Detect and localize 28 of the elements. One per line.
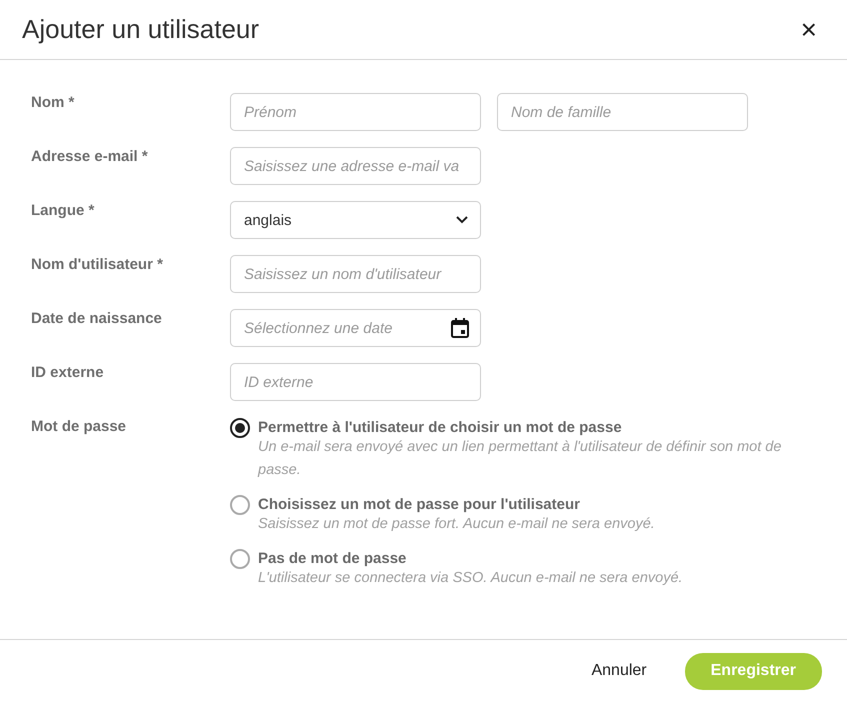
field-label: ID externe [31,363,105,381]
input-field[interactable]: Nom de famille [497,93,748,131]
radio-button[interactable] [230,549,250,569]
option-title: Permettre à l'utilisateur de choisir un mot de passe [258,419,623,436]
field-label: Adresse e-mail * [31,147,149,165]
chevron-down-icon [456,216,468,224]
option-description: L'utilisateur se connectera via SSO. Aucun e-mail ne sera envoyé. [258,569,684,588]
field-label: Date de naissance [31,309,163,327]
field-label: Nom d'utilisateur * [31,255,164,273]
option-description: Un e-mail sera envoyé avec un lien permettant à l'utilisateur de définir son mot de passe. [258,438,782,480]
cancel-button[interactable]: Annuler [591,652,647,690]
option-title: Choisissez un mot de passe pour l'utilisateur [258,496,581,513]
input-field[interactable]: ID externe [230,363,481,401]
radio-button[interactable] [230,418,250,438]
option-description: Saisissez un mot de passe fort. Aucun e-mail ne sera envoyé. [258,515,656,534]
input-field[interactable]: Prénom [230,93,481,131]
dialog-title: Ajouter un utilisateur [22,14,260,45]
input-field[interactable]: Saisissez un nom d'utilisateur [230,255,481,293]
input-field[interactable]: Saisissez une adresse e-mail va [230,147,481,185]
calendar-icon [451,318,469,338]
date-field[interactable]: Sélectionnez une date [230,309,481,347]
field-label: Nom * [31,93,76,111]
language-select[interactable]: anglais [230,201,481,239]
field-label: Langue * [31,201,96,219]
radio-button[interactable] [230,495,250,515]
option-title: Pas de mot de passe [258,550,408,567]
close-button[interactable]: × [800,16,817,44]
field-label: Mot de passe [31,417,128,435]
